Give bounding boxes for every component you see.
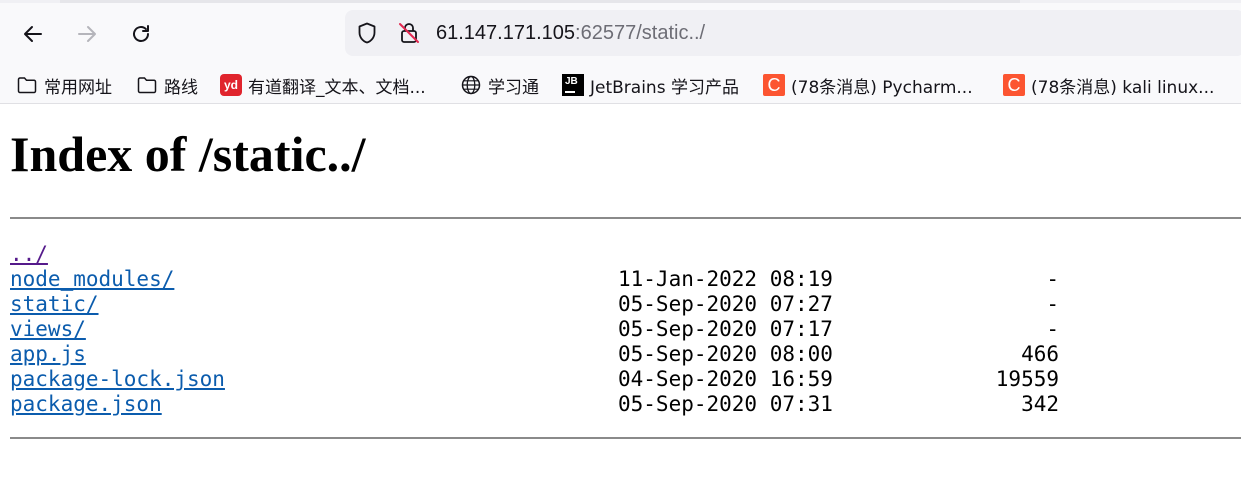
bookmark-label: 学习通 [488,77,539,98]
entry-link-package-lock-json[interactable]: package-lock.json [10,367,225,392]
entry-link-node-modules[interactable]: node_modules/ [10,267,174,292]
entry-link-static[interactable]: static/ [10,292,99,317]
bookmark-label: (78条消息) kali linux... [1031,77,1215,98]
bookmark-xuexitong[interactable]: 学习通 [460,72,539,98]
directory-listing: ../ node_modules/ 11-Jan-2022 08:19 - st… [10,242,1059,417]
entry-date: 05-Sep-2020 07:27 [618,292,833,316]
listing-row: app.js 05-Sep-2020 08:00 466 [10,342,1059,367]
bottom-divider [10,437,1241,439]
bookmark-label: JetBrains 学习产品 [590,77,739,98]
bookmark-youdao-translate[interactable]: yd 有道翻译_文本、文档... [220,72,426,98]
entry-size: 342 [1021,392,1059,416]
entry-size: - [1046,317,1059,341]
top-divider [10,217,1241,219]
entry-date: 04-Sep-2020 16:59 [618,367,833,391]
youdao-icon: yd [220,74,242,96]
entry-size: 19559 [995,367,1059,391]
bookmark-label: 路线 [164,77,198,98]
listing-row-parent: ../ [10,242,86,267]
bookmark-label: 常用网址 [44,77,112,98]
entry-size: - [1046,267,1059,291]
back-arrow-icon [24,26,42,42]
entry-link-app-js[interactable]: app.js [10,342,86,367]
parent-directory-link[interactable]: ../ [10,242,48,267]
bookmark-label: (78条消息) Pycharm... [791,77,973,98]
address-bar[interactable]: 61.147.171.105:62577/static../ [345,10,1241,56]
entry-date: 11-Jan-2022 08:19 [618,267,833,291]
listing-row: static/ 05-Sep-2020 07:27 - [10,292,1059,317]
insecure-lock-icon[interactable] [397,21,421,45]
page-title: Index of /static../ [10,126,366,182]
tab-strip-edge [0,0,1241,3]
page-content: Index of /static../ ../ node_modules/ 11… [0,105,1241,500]
forward-button[interactable] [70,17,104,51]
csdn-icon: C [1003,74,1025,96]
bookmark-folder-common-sites[interactable]: 常用网址 [16,72,112,98]
bookmark-csdn-pycharm[interactable]: C (78条消息) Pycharm... [763,72,973,98]
reload-button[interactable] [124,17,158,51]
browser-toolbar: 61.147.171.105:62577/static../ [0,0,1241,66]
bookmark-csdn-kali[interactable]: C (78条消息) kali linux... [1003,72,1214,98]
listing-row: node_modules/ 11-Jan-2022 08:19 - [10,267,1059,292]
bookmarks-toolbar: 常用网址 路线 yd 有道翻译_文本、文档... 学习通 JB JetBrain… [0,66,1241,104]
bookmark-folder-routes[interactable]: 路线 [136,72,198,98]
bookmark-jetbrains[interactable]: JB JetBrains 学习产品 [562,72,739,98]
entry-size: 466 [1021,342,1059,366]
jetbrains-icon: JB [562,74,584,96]
entry-link-package-json[interactable]: package.json [10,392,162,417]
csdn-icon: C [763,74,785,96]
bookmark-label: 有道翻译_文本、文档... [248,77,426,98]
listing-row: views/ 05-Sep-2020 07:17 - [10,317,1059,342]
back-button[interactable] [16,17,50,51]
url-port-path: :62577/static../ [575,22,706,44]
entry-size: - [1046,292,1059,316]
url-text[interactable]: 61.147.171.105:62577/static../ [436,21,705,45]
listing-row: package-lock.json 04-Sep-2020 16:59 1955… [10,367,1059,392]
entry-date: 05-Sep-2020 08:00 [618,342,833,366]
forward-arrow-icon [78,26,96,42]
folder-icon [136,74,158,96]
entry-date: 05-Sep-2020 07:17 [618,317,833,341]
listing-row: package.json 05-Sep-2020 07:31 342 [10,392,1059,417]
folder-icon [16,74,38,96]
entry-link-views[interactable]: views/ [10,317,86,342]
globe-icon [460,74,482,96]
url-host: 61.147.171.105 [436,22,576,44]
tracking-protection-shield-icon[interactable] [355,21,379,45]
reload-icon [133,25,149,42]
entry-date: 05-Sep-2020 07:31 [618,392,833,416]
